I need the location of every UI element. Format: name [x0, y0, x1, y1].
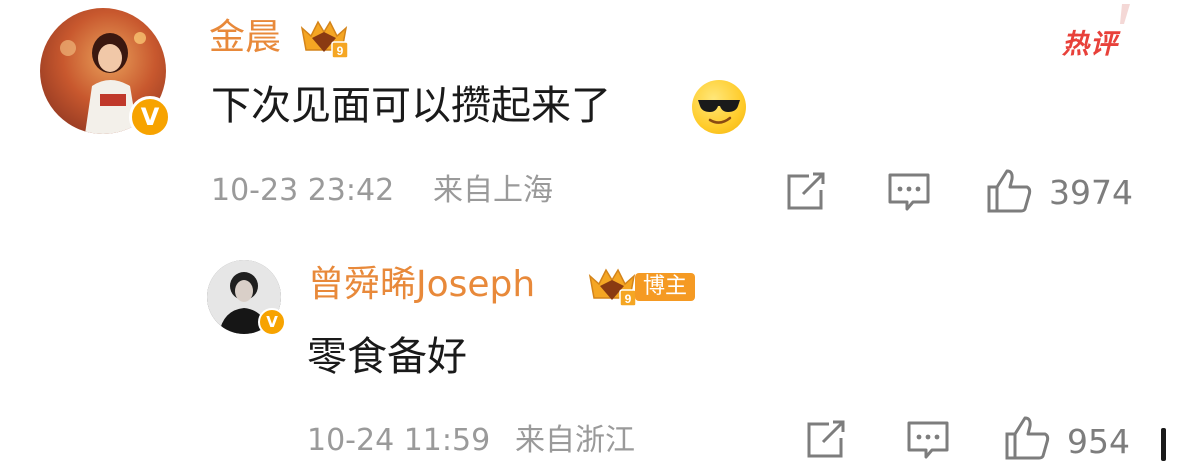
- like-thumb-icon[interactable]: [985, 167, 1033, 213]
- reply-comment-icon[interactable]: [906, 420, 950, 460]
- svg-text:9: 9: [625, 292, 632, 306]
- comment-timestamp: 10-23 23:42: [211, 173, 395, 208]
- reply-comment-icon[interactable]: [887, 172, 931, 212]
- reply-verified-badge: V: [258, 308, 286, 336]
- comment-username[interactable]: 金晨: [209, 20, 281, 56]
- reply-username[interactable]: 曾舜晞Joseph: [308, 267, 535, 303]
- reply-like-count: 954: [1067, 422, 1130, 461]
- blogger-badge: 博主: [635, 273, 696, 301]
- like-count: 3974: [1049, 173, 1133, 212]
- crown-badge-icon: 9: [298, 16, 349, 59]
- share-icon[interactable]: [785, 172, 827, 212]
- comment-location: 来自上海: [433, 173, 553, 208]
- crown-badge-icon: 9: [586, 264, 637, 307]
- reply-text: 零食备好: [307, 334, 467, 380]
- reply-location: 来自浙江: [515, 423, 635, 458]
- hot-corner-mark-icon: [1120, 4, 1130, 24]
- verified-badge: V: [129, 96, 171, 138]
- sunglasses-emoji-icon: [692, 80, 746, 134]
- hot-comment-label: 热评: [1062, 29, 1118, 60]
- comment-text: 下次见面可以攒起来了: [211, 83, 611, 129]
- reply-like-thumb-icon[interactable]: [1003, 414, 1051, 460]
- scrollbar[interactable]: [1161, 428, 1166, 461]
- reply-timestamp: 10-24 11:59: [307, 423, 491, 458]
- svg-text:9: 9: [337, 44, 344, 58]
- reply-share-icon[interactable]: [805, 420, 847, 460]
